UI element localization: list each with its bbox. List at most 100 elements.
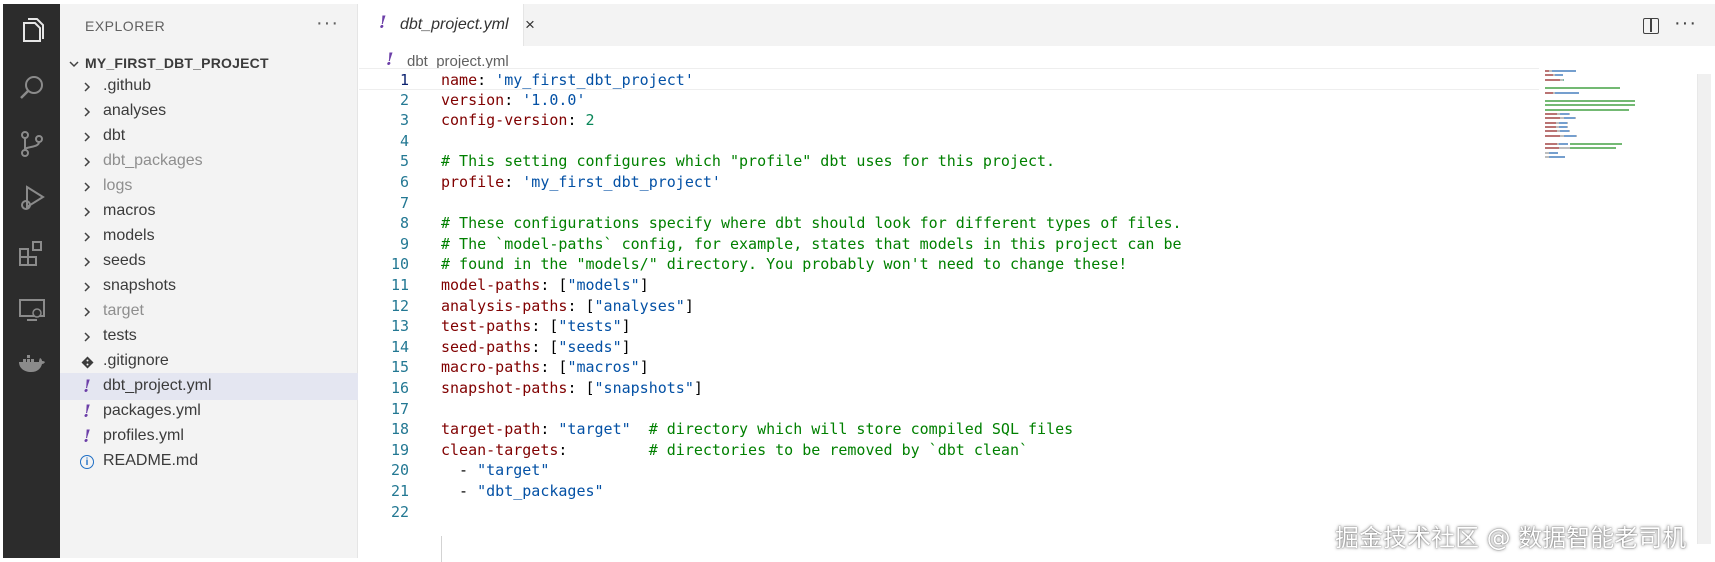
yaml-file-icon: ! [83,427,91,447]
watermark: 掘金技术社区 @ 数据智能老司机 [1335,524,1687,552]
search-icon[interactable] [3,66,60,110]
git-file-icon [80,354,94,370]
code-line[interactable]: 21 - "dbt_packages" [359,480,1539,502]
files-icon[interactable] [3,10,60,54]
code-line[interactable]: 8 # These configurations specify where db… [359,212,1539,234]
code-token: ] [684,296,694,315]
chevron-right-icon [80,129,94,145]
folder-item[interactable]: tests [60,323,358,350]
chevron-right-icon [80,279,94,295]
code-line[interactable]: 20 - "target" [359,459,1539,481]
code-token: version [441,90,505,109]
code-line[interactable]: 19 clean-targets: # directories to be rem… [359,439,1539,461]
code-token: 'my_first_dbt_project' [495,71,694,89]
code-line[interactable]: 5 # This setting configures which "profil… [359,150,1539,172]
file-item[interactable]: .gitignore [60,348,358,375]
explorer-more-actions-button[interactable]: ··· [316,12,339,35]
minimap-line [1574,117,1576,120]
code-line[interactable]: 12 analysis-paths: ["analyses"] [359,295,1539,317]
source-control-icon[interactable] [3,122,60,166]
code-token: seed-paths [441,337,532,356]
chevron-right-icon [80,254,94,270]
remote-explorer-icon[interactable] [3,288,60,332]
chevron-right-icon [80,79,94,95]
minimap-line [1567,121,1569,124]
code-line[interactable]: 3 config-version: 2 [359,109,1539,131]
code-line[interactable]: 11 model-paths: ["models"] [359,274,1539,296]
code-line[interactable]: 13 test-paths: ["tests"] [359,315,1539,337]
line-number: 2 [399,90,409,109]
code-text: - "dbt_packages" [441,480,604,502]
code-text: # This setting configures which "profile… [441,150,1055,172]
chevron-right-icon [80,204,94,220]
code-line[interactable]: 18 target-path: "target" # directory whic… [359,418,1539,440]
code-line[interactable]: 14 seed-paths: ["seeds"] [359,336,1539,358]
code-token: # The `model-paths` config, for example,… [441,234,1182,253]
vertical-scrollbar[interactable] [1697,74,1711,544]
minimap-line [1545,117,1561,120]
split-editor-icon[interactable] [1643,18,1659,34]
code-token: snapshot-paths [441,379,568,397]
code-line[interactable]: 16 snapshot-paths: ["snapshots"] [359,377,1539,399]
code-token: ] [639,358,649,377]
line-number: 19 [390,440,409,459]
close-icon[interactable]: × [525,15,535,35]
file-item[interactable]: ! packages.yml [60,398,358,425]
code-line[interactable]: 6 profile: 'my_first_dbt_project' [359,171,1539,193]
folder-item[interactable]: .github [60,73,358,100]
folder-item[interactable]: target [60,298,358,325]
minimap-line [1570,143,1622,146]
code-line[interactable]: 1 name: 'my_first_dbt_project' [359,68,1539,90]
line-number: 22 [390,502,409,521]
code-line[interactable]: 15 macro-paths: ["macros"] [359,356,1539,378]
code-token: # found in the "models/" directory. You … [441,255,1128,274]
code-text: macro-paths: ["macros"] [441,356,649,378]
code-line[interactable]: 4 [359,130,1539,152]
folder-item[interactable]: analyses [60,98,358,125]
minimap-line [1559,121,1567,124]
folder-item[interactable]: macros [60,198,358,225]
folder-item[interactable]: seeds [60,248,358,275]
code-editor[interactable]: 1 name: 'my_first_dbt_project' 2 version: '… [359,68,1539,562]
chevron-right-icon [80,229,94,245]
code-text: snapshot-paths: ["snapshots"] [441,377,703,399]
line-number: 12 [390,296,409,315]
code-line[interactable]: 10 # found in the "models/" directory. Yo… [359,253,1539,275]
code-line[interactable]: 2 version: '1.0.0' [359,89,1539,111]
file-item[interactable]: i README.md [60,448,358,475]
explorer-sidebar: EXPLORER ··· MY_FIRST_DBT_PROJECT .githu… [60,4,358,558]
file-item[interactable]: ! profiles.yml [60,423,358,450]
folder-item[interactable]: logs [60,173,358,200]
minimap[interactable] [1545,70,1665,230]
folder-item[interactable]: models [60,223,358,250]
file-item[interactable]: ! dbt_project.yml [60,373,358,400]
code-token: : [ [567,379,595,397]
minimap-line [1545,125,1556,128]
docker-icon[interactable] [3,342,60,386]
code-line[interactable]: 7 [359,192,1539,214]
run-debug-icon[interactable] [3,176,60,220]
minimap-line [1563,117,1575,120]
code-token: : [540,420,559,439]
minimap-line [1545,78,1561,81]
minimap-line [1545,74,1553,77]
folder-item[interactable]: dbt [60,123,358,150]
folder-item[interactable]: dbt_packages [60,148,358,175]
code-text: # These configurations specify where dbt… [441,212,1182,234]
editor-more-actions-button[interactable]: ··· [1674,12,1697,35]
code-line[interactable]: 9 # The `model-paths` config, for example… [359,233,1539,255]
code-line[interactable]: 17 [359,398,1539,420]
code-text: version: '1.0.0' [441,89,586,111]
code-token: - [441,461,478,480]
extensions-icon[interactable] [3,232,60,276]
folder-item[interactable]: snapshots [60,273,358,300]
code-token: : [ [531,337,559,356]
chevron-right-icon [80,104,94,120]
code-token: "seeds" [558,337,622,356]
project-name: MY_FIRST_DBT_PROJECT [85,55,269,71]
tab-dbt-project-yml[interactable]: ! dbt_project.yml [359,4,524,46]
tree-item-label: profiles.yml [103,427,184,444]
tree-item-label: .gitignore [103,352,169,369]
code-text: # found in the "models/" directory. You … [441,253,1127,275]
